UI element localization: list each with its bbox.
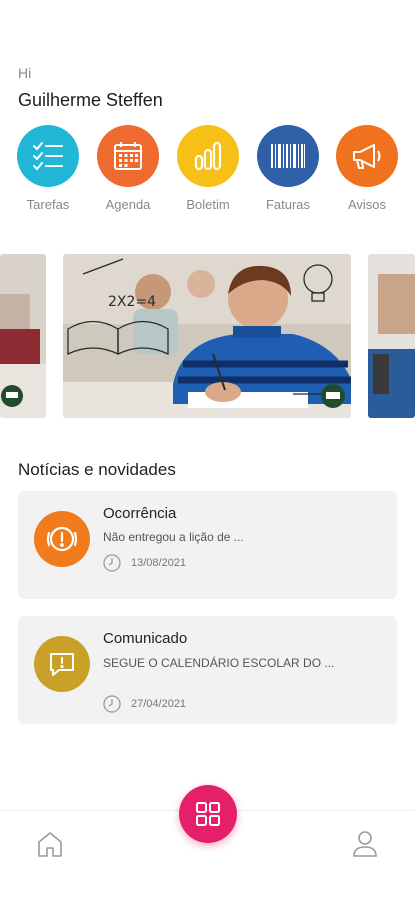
shortcut-tarefas[interactable]: Tarefas	[8, 125, 88, 212]
shortcut-faturas[interactable]: Faturas	[248, 125, 328, 212]
shortcut-agenda[interactable]: Agenda	[88, 125, 168, 212]
barcode-icon	[257, 125, 319, 187]
megaphone-icon	[336, 125, 398, 187]
shortcut-avisos[interactable]: Avisos	[327, 125, 407, 212]
clock-icon	[103, 695, 121, 713]
news-card-title: Ocorrência	[103, 505, 177, 522]
shortcut-boletim[interactable]: Boletim	[168, 125, 248, 212]
shortcut-label: Avisos	[347, 197, 387, 212]
apps-icon	[196, 802, 220, 826]
news-card-description: Não entregou a lição de ...	[103, 530, 244, 544]
news-section-title: Notícias e novidades	[18, 460, 176, 479]
home-icon[interactable]	[37, 830, 63, 863]
profile-icon[interactable]	[351, 829, 379, 864]
news-card-comunicado[interactable]: Comunicado SEGUE O CALENDÁRIO ESCOLAR DO…	[18, 616, 397, 724]
message-icon	[34, 636, 90, 692]
shortcut-label: Tarefas	[26, 197, 70, 212]
banner-equation: 2X2=4	[108, 294, 156, 310]
apps-menu-button[interactable]	[179, 785, 237, 843]
banner-card-next[interactable]	[368, 254, 415, 418]
news-card-date-text: 13/08/2021	[131, 557, 187, 569]
shortcuts-row: Tarefas Agenda Boletim Faturas Avisos	[0, 125, 415, 220]
shortcut-label: Faturas	[265, 197, 311, 212]
news-card-ocorrencia[interactable]: Ocorrência Não entregou a lição de ... 1…	[18, 491, 397, 599]
clock-icon	[103, 554, 121, 572]
news-card-description: SEGUE O CALENDÁRIO ESCOLAR DO ...	[103, 656, 335, 670]
shortcut-label: Agenda	[105, 197, 151, 212]
banner-carousel[interactable]: 2X2=4	[0, 254, 415, 418]
checklist-icon	[17, 125, 79, 187]
user-name: Guilherme Steffen	[18, 90, 163, 110]
news-card-date-text: 27/04/2021	[131, 698, 187, 710]
news-card-date: 13/08/2021	[103, 554, 186, 572]
banner-card-main[interactable]: 2X2=4	[63, 254, 351, 418]
bar-chart-icon	[177, 125, 239, 187]
greeting-text: Hi	[18, 65, 32, 81]
news-card-date: 27/04/2021	[103, 695, 186, 713]
banner-card-previous[interactable]	[0, 254, 46, 418]
alert-icon	[34, 511, 90, 567]
shortcut-label: Boletim	[186, 197, 230, 212]
calendar-icon	[97, 125, 159, 187]
news-card-title: Comunicado	[103, 630, 188, 647]
